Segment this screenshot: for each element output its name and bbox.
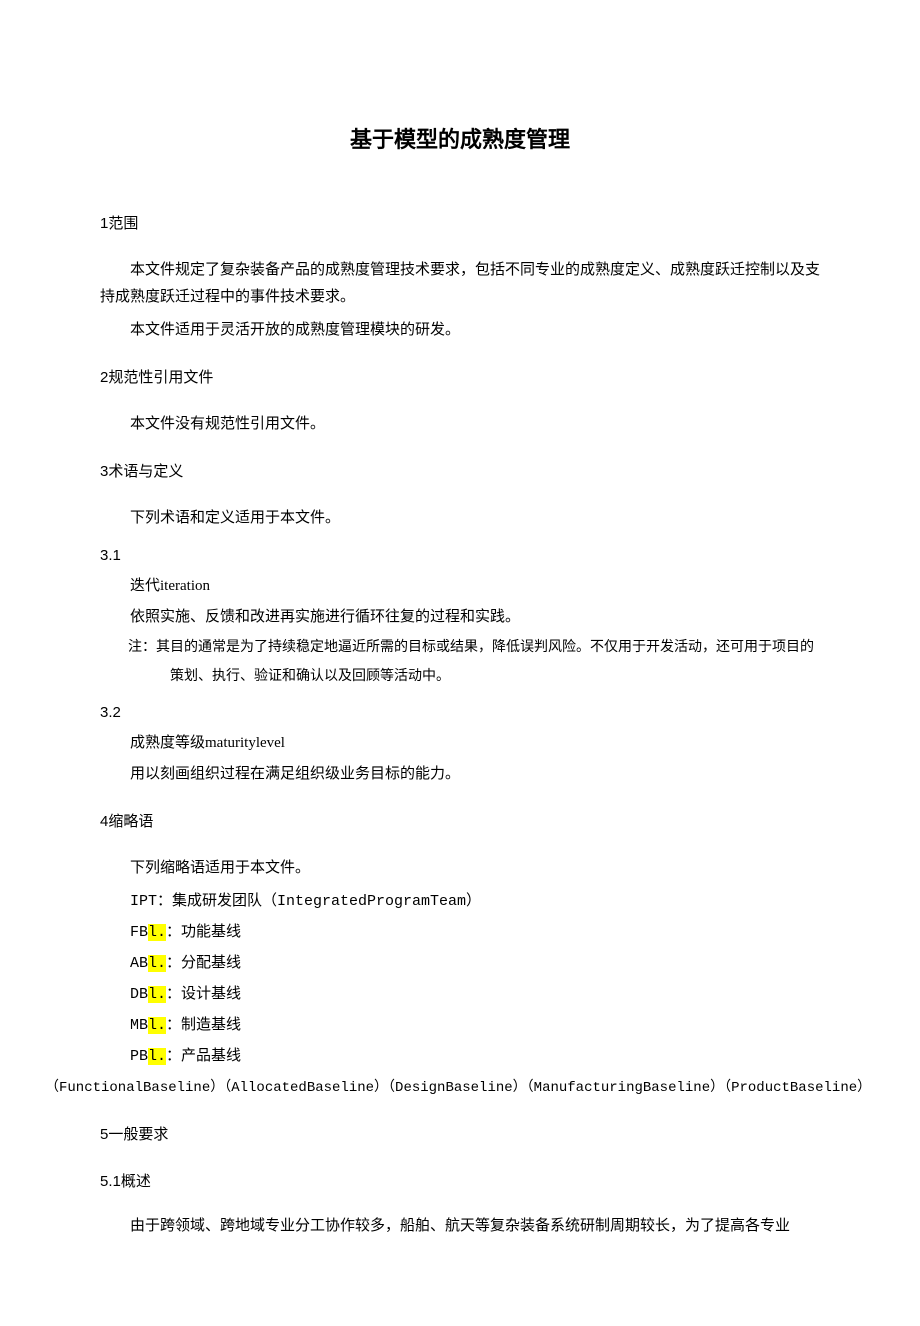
abbr-db-prefix: DB — [130, 986, 148, 1003]
section-2-para-1: 本文件没有规范性引用文件。 — [100, 411, 820, 438]
section-3-para-1: 下列术语和定义适用于本文件。 — [100, 505, 820, 532]
abbr-fb-suffix: ：功能基线 — [166, 924, 241, 941]
section-1-para-1: 本文件规定了复杂装备产品的成熟度管理技术要求，包括不同专业的成熟度定义、成熟度跃… — [100, 257, 820, 311]
term-3-2-definition: 用以刻画组织过程在满足组织级业务目标的能力。 — [130, 761, 820, 788]
section-5-1-heading: 5.1概述 — [100, 1168, 820, 1195]
section-1-para-2: 本文件适用于灵活开放的成熟度管理模块的研发。 — [100, 317, 820, 344]
term-3-1-number: 3.1 — [100, 542, 820, 569]
section-2-heading: 2规范性引用文件 — [100, 364, 820, 391]
term-3-2-title: 成熟度等级maturitylevel — [130, 730, 820, 757]
abbr-pb-highlight: l. — [148, 1048, 166, 1065]
abbr-ipt: IPT：集成研发团队（IntegratedProgramTeam） — [130, 888, 820, 915]
document-title: 基于模型的成熟度管理 — [100, 120, 820, 160]
section-4-para-1: 下列缩略语适用于本文件。 — [100, 855, 820, 882]
abbr-fb-prefix: FB — [130, 924, 148, 941]
section-1-heading: 1范围 — [100, 210, 820, 237]
abbr-mb-suffix: ：制造基线 — [166, 1017, 241, 1034]
abbr-mb-highlight: l. — [148, 1017, 166, 1034]
abbr-pb-suffix: ：产品基线 — [166, 1048, 241, 1065]
section-5-heading: 5一般要求 — [100, 1121, 820, 1148]
abbr-ab-prefix: AB — [130, 955, 148, 972]
abbr-ab-suffix: ：分配基线 — [166, 955, 241, 972]
abbr-db-highlight: l. — [148, 986, 166, 1003]
term-3-1-definition: 依照实施、反馈和改进再实施进行循环往复的过程和实践。 — [130, 604, 820, 631]
section-4-heading: 4缩略语 — [100, 808, 820, 835]
term-3-1-note-line-2: 策划、执行、验证和确认以及回顾等活动中。 — [170, 664, 820, 689]
abbr-ab-highlight: l. — [148, 955, 166, 972]
abbr-full-names: （FunctionalBaseline）（AllocatedBaseline）（… — [45, 1076, 820, 1101]
abbr-pb-prefix: PB — [130, 1048, 148, 1065]
section-3-heading: 3术语与定义 — [100, 458, 820, 485]
abbr-pb: PBl.：产品基线 — [130, 1043, 820, 1070]
term-3-2-number: 3.2 — [100, 699, 820, 726]
abbr-fb-highlight: l. — [148, 924, 166, 941]
term-3-1-note-line-1: 注：其目的通常是为了持续稳定地逼近所需的目标或结果，降低误判风险。不仅用于开发活… — [128, 635, 820, 660]
abbr-mb-prefix: MB — [130, 1017, 148, 1034]
section-5-1-para-1: 由于跨领域、跨地域专业分工协作较多，船舶、航天等复杂装备系统研制周期较长，为了提… — [100, 1213, 820, 1240]
abbr-ab: ABl.：分配基线 — [130, 950, 820, 977]
abbr-db: DBl.：设计基线 — [130, 981, 820, 1008]
abbr-fb: FBl.：功能基线 — [130, 919, 820, 946]
term-3-1-title: 迭代iteration — [130, 573, 820, 600]
abbr-db-suffix: ：设计基线 — [166, 986, 241, 1003]
abbr-mb: MBl.：制造基线 — [130, 1012, 820, 1039]
